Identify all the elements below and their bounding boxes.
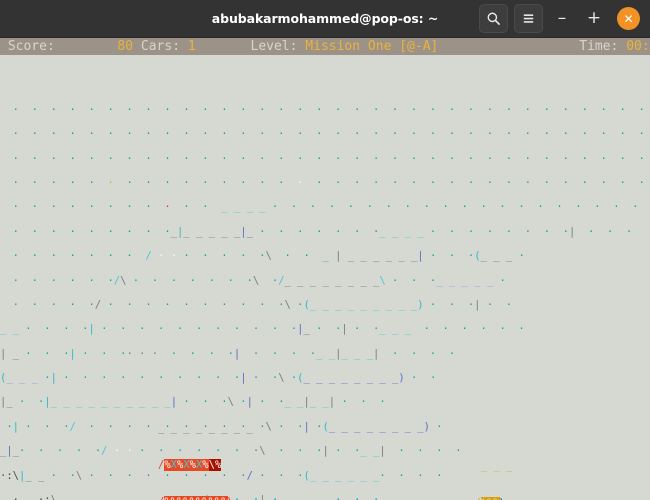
scene-row: · ·:\_ _ _ _ _ _ _ _ _ _ _ _/ · · ·| ·_ … <box>0 494 650 500</box>
scene-row: · · · · · · · · · · · · · · · · · · · · … <box>0 176 645 189</box>
cars-value: 1 <box>187 39 196 54</box>
time-label: Time: <box>579 39 619 54</box>
close-button[interactable]: ✕ <box>617 7 640 30</box>
player-buggy: _ _ _ _ _ _ _ _ /%X%X%X%\% /%%%%%%%%%%\ … <box>158 398 253 500</box>
titlebar-controls: – + ✕ <box>479 4 650 33</box>
scene-row: · · · · · ·/\ · · · · · · ·\ ·/_ _ _ _ _… <box>0 274 506 287</box>
scene-row: · · · · · · · · · · · · · · · · · · · · … <box>12 128 645 141</box>
scene-row <box>0 79 650 91</box>
buggy-roof: _ _ _ _ _ _ _ _ <box>158 422 253 435</box>
scene-row: (_ _ _ ·| · · · · · · · · · ·| · ·\ ·(_ … <box>0 372 437 385</box>
titlebar[interactable]: abubakarmohammed@pop-os: ~ – + ✕ <box>0 0 650 38</box>
cars-label: Cars: <box>140 39 181 54</box>
buggy-upper-body: /%X%X%X%\% <box>158 459 222 471</box>
score-value: 80 <box>117 39 134 54</box>
level-value: Mission One [@-A] <box>305 39 439 54</box>
rock-obstacle: _ _ _ _/%%%\ /%%%%%%\ <box>468 436 519 500</box>
obstacle-top: _ _ _ <box>468 460 513 473</box>
terminal-content[interactable]: Score: 80 Cars: 1 Level: Mission One [@-… <box>0 38 650 500</box>
scene-row: ·| · · ·/ · · · · · · · · · ·\ · ·| ·(_ … <box>0 420 443 433</box>
terminal-window: abubakarmohammed@pop-os: ~ – + ✕ Score: … <box>0 0 650 500</box>
scene-row: · · · · · · · · · · · _ _ _ _ · · · · · … <box>0 201 650 214</box>
scene-row: · · · · · · · · · · · · · · · · · · · · … <box>12 103 645 116</box>
search-button[interactable] <box>479 4 508 33</box>
game-status-bar: Score: 80 Cars: 1 Level: Mission One [@-… <box>0 38 650 55</box>
menu-button[interactable] <box>514 4 543 33</box>
scene-row: _|_· · · · ·/ · · · · · · · · ·\ · · ·| … <box>0 445 462 458</box>
maximize-button[interactable]: + <box>581 6 607 32</box>
game-scene: · · · · · · · · · · · · · · · · · · · · … <box>0 55 650 500</box>
time-value: 00:1 <box>626 39 650 54</box>
score-label: Score: <box>7 39 55 54</box>
scene-row: · · · · · · · · · · · · · · · · · · · · … <box>12 152 645 165</box>
scene-row: ·:\|_ _ · ·\ · · · · · · · · ·/ · · ·(_ … <box>0 469 443 482</box>
level-label: Level: <box>250 39 298 54</box>
search-icon <box>486 11 501 26</box>
hamburger-menu-icon <box>521 11 536 26</box>
scene-row: _ _ · · · ·| · · · · · · · · · · ·|_ · ·… <box>0 323 525 336</box>
scene-row: | _ · · ·| · · ·· · · · · · ·| · · · ·_ … <box>0 347 456 360</box>
buggy-lower-body: /%%%%%%%%%%\ <box>158 495 253 500</box>
scene-row: · · · · ·/ · · · · · · · · · ·\ ·(_ _ _ … <box>0 298 513 311</box>
scene-row: |_ · ·|_ _ _ _ _ _ _ _ _ _| · · ·\ ·| · … <box>0 396 386 409</box>
scene-row: · · · · · · · · ·_|_ _ _ _ _|_ · · · · ·… <box>0 225 633 238</box>
scene-row: · · · · · · · / · · · · · · ·\ · · _ | _… <box>0 250 525 263</box>
minimize-button[interactable]: – <box>549 6 575 32</box>
